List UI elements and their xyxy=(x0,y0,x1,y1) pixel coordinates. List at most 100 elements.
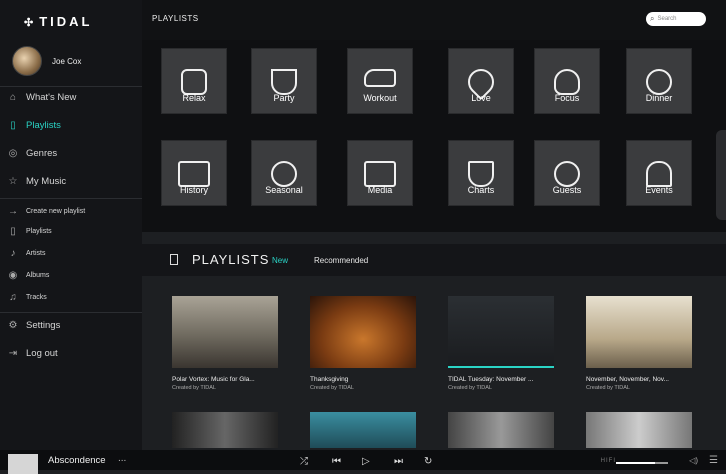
sidebar-item-whats-new[interactable]: ⌂ What's New xyxy=(0,92,142,103)
genre-label: Seasonal xyxy=(265,185,303,195)
shuffle-icon[interactable]: ⤮ xyxy=(300,456,308,467)
genre-tile-charts[interactable]: Charts xyxy=(448,140,514,206)
scroll-handle[interactable] xyxy=(716,130,726,220)
cocktail-icon xyxy=(271,69,297,95)
section-title: PLAYLISTS xyxy=(192,252,270,267)
playlist-title: TIDAL Tuesday: November ... xyxy=(448,376,534,383)
now-playing-cover[interactable] xyxy=(8,454,38,474)
playlist-card[interactable]: Polar Vortex: Music for Gla... Created b… xyxy=(172,296,278,391)
sidebar-item-log-out[interactable]: ⇥ Log out xyxy=(0,348,142,359)
search-placeholder: Search xyxy=(657,16,677,22)
playlist-thumbnail[interactable] xyxy=(310,296,416,368)
genre-grid: Relax Party Workout Love Focus Dinner Hi… xyxy=(142,40,726,232)
star-icon: ☆ xyxy=(8,176,18,187)
user-name: Joe Cox xyxy=(52,56,82,66)
turntable-icon xyxy=(178,161,210,187)
tidal-logo[interactable]: ✣ TIDAL xyxy=(24,14,93,29)
repeat-icon[interactable]: ↻ xyxy=(424,456,432,467)
create-playlist-button[interactable]: → Create new playlist xyxy=(0,206,142,217)
volume-level xyxy=(616,462,655,464)
arrow-right-icon: → xyxy=(8,206,18,217)
top-bar: PLAYLISTS ⌕ Search xyxy=(142,0,726,40)
genre-tile-media[interactable]: Media xyxy=(347,140,413,206)
playlist-icon: ▯ xyxy=(10,226,16,237)
playlist-card[interactable]: TIDAL Tuesday: November ... Created by T… xyxy=(448,296,554,391)
more-options-button[interactable]: ... xyxy=(118,453,126,464)
genre-tile-focus[interactable]: Focus xyxy=(534,48,600,114)
volume-icon[interactable]: ◁) xyxy=(689,456,698,465)
playlist-creator: Created by TIDAL xyxy=(172,385,216,391)
sneaker-icon xyxy=(364,69,396,87)
genre-label: Guests xyxy=(552,185,582,195)
genre-label: Events xyxy=(645,185,673,195)
playlist-thumbnail[interactable] xyxy=(586,296,692,368)
genre-label: Charts xyxy=(467,185,495,195)
album-icon: ◉ xyxy=(8,270,18,281)
hifi-badge[interactable]: HIFI xyxy=(601,458,616,464)
playlist-title: Polar Vortex: Music for Gla... xyxy=(172,376,255,383)
genre-label: Relax xyxy=(182,93,206,103)
search-input[interactable]: ⌕ Search xyxy=(646,12,706,26)
playlist-card[interactable]: Thanksgiving Created by TIDAL xyxy=(310,296,416,391)
sidebar-item-settings[interactable]: ⚙ Settings xyxy=(0,320,142,331)
user-profile[interactable]: Joe Cox xyxy=(12,46,81,76)
playlist-creator: Created by TIDAL xyxy=(448,385,492,391)
genre-label: Workout xyxy=(363,93,397,103)
playlist-creator: Created by TIDAL xyxy=(310,385,354,391)
play-icon[interactable]: ▷ xyxy=(362,456,370,467)
genre-tile-love[interactable]: Love xyxy=(448,48,514,114)
playlist-thumbnail[interactable] xyxy=(310,412,416,448)
tab-recommended[interactable]: Recommended xyxy=(314,256,368,265)
genre-tile-dinner[interactable]: Dinner xyxy=(626,48,692,114)
genre-tile-workout[interactable]: Workout xyxy=(347,48,413,114)
sidebar-item-tracks[interactable]: ♫ Tracks xyxy=(0,292,142,303)
avatar[interactable] xyxy=(12,46,42,76)
genre-label: Media xyxy=(367,185,393,195)
genre-icon: ◎ xyxy=(8,148,18,159)
tv-icon xyxy=(364,161,396,187)
genre-label: Love xyxy=(471,93,491,103)
armchair-icon xyxy=(181,69,207,95)
playlist-icon xyxy=(170,254,178,265)
playlist-card[interactable]: November, November, Nov... Created by TI… xyxy=(586,296,692,391)
queue-icon[interactable]: ☰ xyxy=(709,455,718,466)
volume-slider[interactable] xyxy=(616,462,668,464)
playlist-thumbnail[interactable] xyxy=(172,412,278,448)
genre-tile-events[interactable]: Events xyxy=(626,140,692,206)
now-playing-title[interactable]: Abscondence xyxy=(48,455,106,466)
sidebar-item-albums[interactable]: ◉ Albums xyxy=(0,270,142,281)
logout-icon: ⇥ xyxy=(8,348,18,359)
genre-label: Party xyxy=(273,93,295,103)
sidebar-item-genres[interactable]: ◎ Genres xyxy=(0,148,142,159)
guitar-icon: ♪ xyxy=(10,248,16,259)
genre-tile-seasonal[interactable]: Seasonal xyxy=(251,140,317,206)
page-title: PLAYLISTS xyxy=(152,14,199,23)
playlist-title: Thanksgiving xyxy=(310,376,349,383)
plate-icon xyxy=(646,69,672,95)
playlist-cards: Polar Vortex: Music for Gla... Created b… xyxy=(142,276,726,450)
playlist-thumbnail[interactable] xyxy=(586,412,692,448)
genre-tile-guests[interactable]: Guests xyxy=(534,140,600,206)
sidebar-item-my-playlists[interactable]: ▯ Playlists xyxy=(0,226,142,237)
sidebar-item-my-music[interactable]: ☆ My Music xyxy=(0,176,142,187)
next-icon[interactable]: ⏭ xyxy=(394,456,403,467)
playlist-icon: ▯ xyxy=(10,120,16,131)
genre-tile-party[interactable]: Party xyxy=(251,48,317,114)
search-icon: ⌕ xyxy=(650,14,655,23)
playlist-thumbnail[interactable] xyxy=(172,296,278,368)
playlist-thumbnail[interactable] xyxy=(448,412,554,448)
home-icon: ⌂ xyxy=(9,92,17,103)
genre-tile-history[interactable]: History xyxy=(161,140,227,206)
playlist-title: November, November, Nov... xyxy=(586,376,669,383)
sidebar-item-artists[interactable]: ♪ Artists xyxy=(0,248,142,259)
playlist-creator: Created by TIDAL xyxy=(586,385,630,391)
sidebar: ✣ TIDAL Joe Cox ⌂ What's New ▯ Playlists … xyxy=(0,0,142,450)
player-bar: Abscondence ... ⤮ ⏮ ▷ ⏭ ↻ HIFI ◁) ☰ xyxy=(0,450,726,474)
genre-tile-relax[interactable]: Relax xyxy=(161,48,227,114)
sidebar-item-playlists[interactable]: ▯ Playlists xyxy=(0,120,142,131)
playlists-section-header: PLAYLISTS New Recommended xyxy=(142,244,726,276)
tab-new[interactable]: New xyxy=(272,256,288,265)
playlist-thumbnail[interactable] xyxy=(448,296,554,368)
previous-icon[interactable]: ⏮ xyxy=(332,456,341,467)
arena-icon xyxy=(646,161,672,187)
